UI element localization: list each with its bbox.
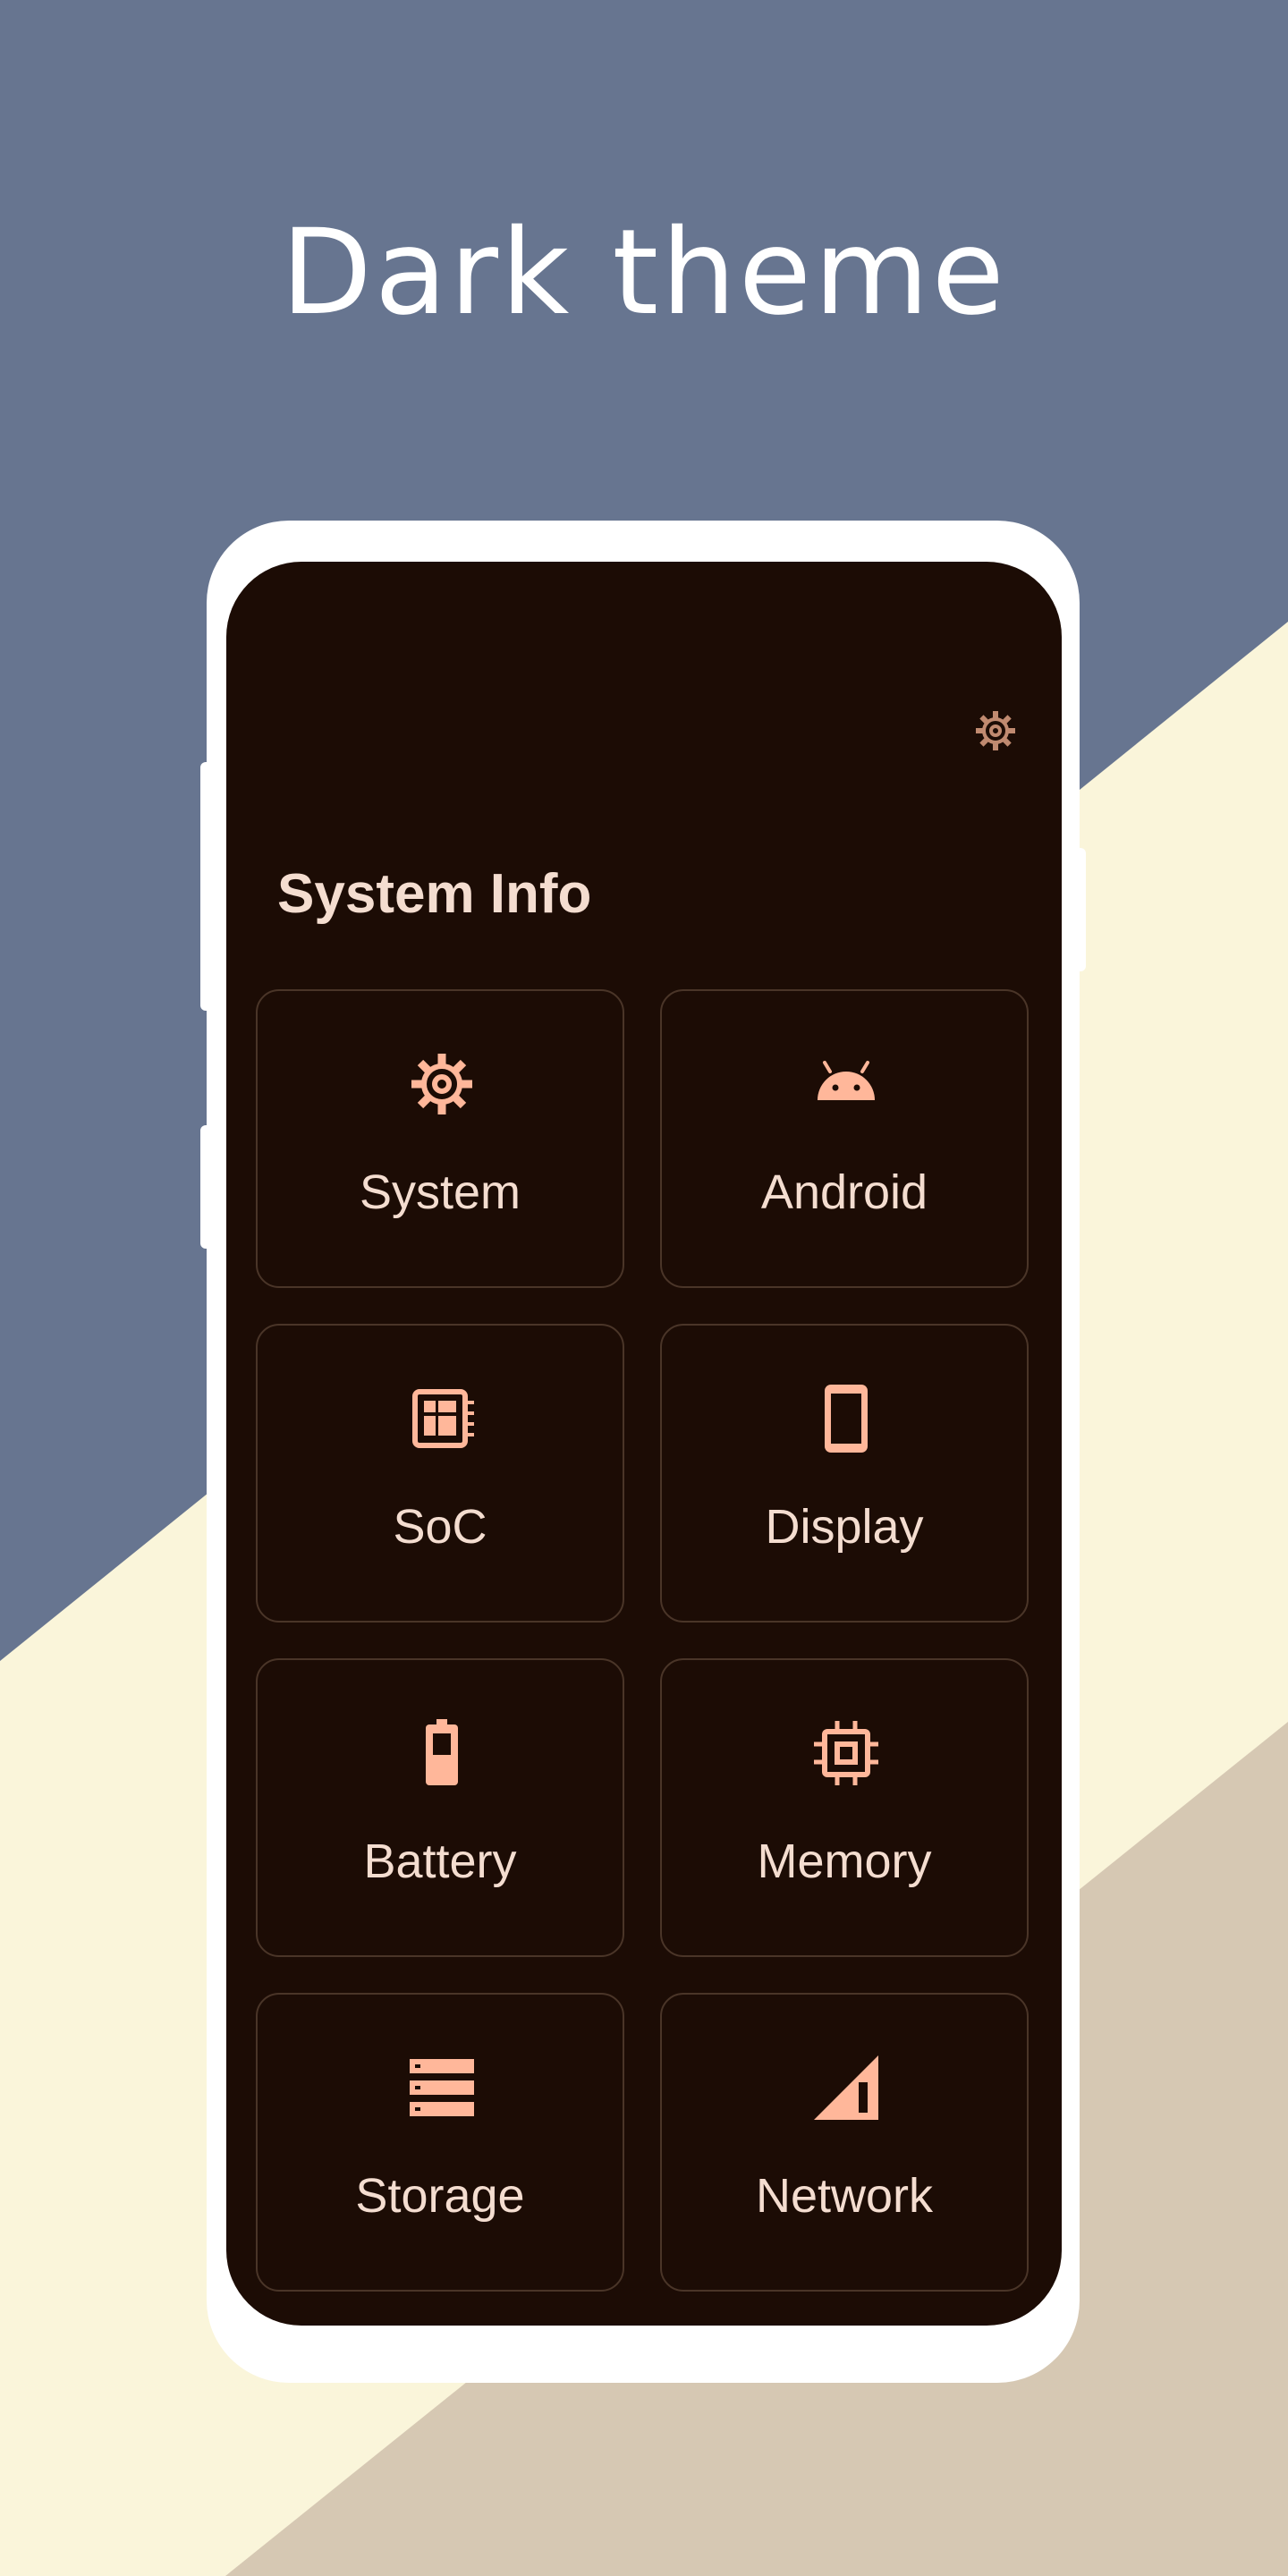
headline: Dark theme xyxy=(281,204,1007,342)
card-label: Storage xyxy=(355,2169,525,2223)
phone-icon xyxy=(825,1385,868,1453)
signal-icon xyxy=(814,2055,878,2120)
card-label: SoC xyxy=(393,1500,487,1554)
battery-icon xyxy=(426,1719,458,1785)
card-label: Battery xyxy=(363,1835,517,1888)
card-label: Display xyxy=(765,1500,924,1554)
card-memory[interactable]: Memory xyxy=(660,1658,1029,1957)
settings-gear-icon[interactable] xyxy=(971,707,1020,755)
card-storage[interactable]: Storage xyxy=(256,1993,624,2292)
gear-icon xyxy=(411,1054,472,1114)
card-label: Android xyxy=(760,1165,928,1219)
card-network[interactable]: Network xyxy=(660,1993,1029,2292)
card-battery[interactable]: Battery xyxy=(256,1658,624,1957)
storage-icon xyxy=(410,2059,474,2116)
card-label: Network xyxy=(755,2169,934,2223)
page-title: System Info xyxy=(277,863,592,925)
card-android[interactable]: Android xyxy=(660,989,1029,1288)
card-label: System xyxy=(359,1165,521,1219)
memory-chip-icon xyxy=(814,1721,878,1785)
chip-board-icon xyxy=(412,1389,474,1448)
card-display[interactable]: Display xyxy=(660,1324,1029,1623)
card-system[interactable]: System xyxy=(256,989,624,1288)
android-icon xyxy=(818,1061,875,1100)
card-label: Memory xyxy=(757,1835,932,1888)
card-soc[interactable]: SoC xyxy=(256,1324,624,1623)
